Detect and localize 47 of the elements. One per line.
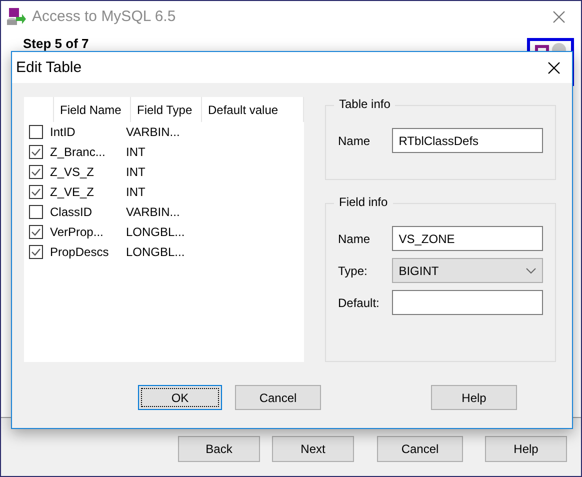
input-field[interactable]: VS_ZONE [392,226,543,251]
checkbox[interactable] [29,165,43,179]
window-title: Access to MySQL 6.5 [32,8,176,25]
column-header[interactable]: Field Name [54,97,131,122]
field-name: Z_VE_Z [50,185,96,199]
field-type: INT [126,185,146,199]
ok-button[interactable]: OK [138,385,222,410]
back-button[interactable]: Back [178,436,260,462]
field-type: LONGBL... [126,225,186,239]
checkbox[interactable] [29,185,43,199]
field-name: Z_Branc... [50,145,106,159]
chevron-down-icon [526,268,536,274]
column-header[interactable]: Field Type [131,97,202,122]
field-type: LONGBL... [126,245,186,259]
checkbox[interactable] [29,245,43,259]
field-label: Name [338,232,372,246]
input-field[interactable] [392,290,543,315]
checkbox[interactable] [29,125,43,139]
checkbox[interactable] [29,225,43,239]
field-type: VARBIN... [126,125,181,139]
cancel-button[interactable]: Cancel [235,385,321,410]
field-type: INT [126,145,146,159]
checkbox[interactable] [29,145,43,159]
checkbox[interactable] [29,205,43,219]
step-heading: Step 5 of 7 [23,36,89,51]
cancel-button[interactable]: Cancel [377,436,463,462]
field-type: VARBIN... [126,205,181,219]
field-name: IntID [50,125,76,139]
close-icon[interactable] [548,62,560,74]
group-title: Field info [334,195,393,209]
field-type: INT [126,165,146,179]
help-button[interactable]: Help [485,436,567,462]
field-name: Z_VS_Z [50,165,96,179]
field-label: Type: [338,264,368,278]
database-arrow-icon [6,8,26,26]
next-button[interactable]: Next [272,436,354,462]
dialog-title: Edit Table [16,59,82,76]
field-name: ClassID [50,205,94,219]
column-header[interactable]: Default value [202,97,304,122]
field-name: PropDescs [50,245,110,259]
field-label: Name [338,134,372,148]
input-field[interactable]: RTblClassDefs [392,128,543,153]
help-button[interactable]: Help [431,385,517,410]
field-name: VerProp... [50,225,104,239]
field-label: Default: [338,296,380,310]
group-title: Table info [334,97,396,111]
type-dropdown[interactable]: BIGINT [392,258,543,283]
